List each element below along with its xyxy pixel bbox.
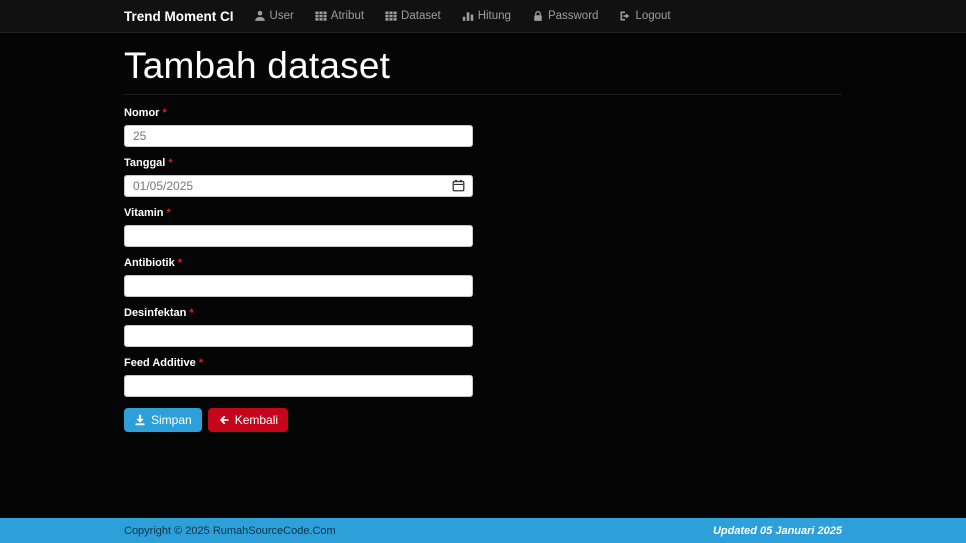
- form-group-antibiotik: Antibiotik *: [124, 257, 842, 297]
- vitamin-input[interactable]: [124, 225, 473, 247]
- nav-item-password[interactable]: Password: [532, 10, 599, 22]
- feed-additive-input[interactable]: [124, 375, 473, 397]
- page-header: Tambah dataset: [124, 46, 842, 95]
- tanggal-input[interactable]: [124, 175, 473, 197]
- back-button-label: Kembali: [234, 413, 279, 427]
- nav-item-user[interactable]: User: [254, 10, 294, 22]
- arrow-left-icon: [218, 414, 230, 426]
- required-marker: *: [198, 357, 203, 369]
- nav-item-label: Password: [547, 10, 599, 22]
- field-label-vitamin: Vitamin: [124, 207, 164, 219]
- required-marker: *: [189, 307, 194, 319]
- bar-chart-icon: [462, 10, 474, 22]
- page-title: Tambah dataset: [124, 45, 391, 86]
- top-navbar: Trend Moment CI User Atribut Dataset Hit…: [0, 0, 966, 33]
- footer-updated: Updated 05 Januari 2025: [712, 524, 842, 537]
- field-label-feed-additive: Feed Additive: [124, 357, 196, 369]
- required-marker: *: [168, 157, 173, 169]
- nav-item-dataset[interactable]: Dataset: [385, 10, 441, 22]
- field-label-tanggal: Tanggal: [124, 157, 166, 169]
- calendar-icon[interactable]: [452, 179, 465, 197]
- form-group-desinfektan: Desinfektan *: [124, 307, 842, 347]
- nav-item-label: Dataset: [401, 10, 441, 22]
- nav-item-hitung[interactable]: Hitung: [462, 10, 511, 22]
- form-group-nomor: Nomor *: [124, 107, 842, 147]
- desinfektan-input[interactable]: [124, 325, 473, 347]
- form-group-feed-additive: Feed Additive *: [124, 357, 842, 397]
- field-label-nomor: Nomor: [124, 107, 160, 119]
- brand-title[interactable]: Trend Moment CI: [124, 9, 234, 24]
- nomor-input[interactable]: [124, 125, 473, 147]
- download-icon: [134, 414, 146, 426]
- dataset-form: Nomor* Tanggal* Vitamin* Antibiotik* Des: [124, 107, 842, 432]
- form-actions: Simpan Kembali: [124, 408, 842, 432]
- form-group-vitamin: Vitamin *: [124, 207, 842, 247]
- nav-item-atribut[interactable]: Atribut: [315, 10, 364, 22]
- field-label-antibiotik: Antibiotik: [124, 257, 175, 269]
- grid-icon: [315, 10, 327, 22]
- save-button-label: Simpan: [151, 413, 192, 427]
- nav-item-label: Hitung: [477, 10, 511, 22]
- grid-icon: [385, 10, 397, 22]
- lock-icon: [532, 10, 544, 22]
- nav-item-logout[interactable]: Logout: [619, 10, 671, 22]
- required-marker: *: [177, 257, 182, 269]
- required-marker: *: [166, 207, 171, 219]
- antibiotik-input[interactable]: [124, 275, 473, 297]
- nav-item-label: User: [269, 10, 294, 22]
- nav-item-label: Logout: [635, 10, 671, 22]
- nav-item-label: Atribut: [330, 10, 365, 22]
- back-button[interactable]: Kembali: [207, 408, 289, 432]
- logout-icon: [619, 10, 631, 22]
- form-fields: Nomor* Tanggal* Vitamin* Antibiotik* Des: [124, 107, 842, 397]
- main-content: Tambah dataset Nomor* Tanggal* Vitamin* …: [124, 46, 842, 432]
- footer-copyright: Copyright © 2025 RumahSourceCode.Com: [124, 524, 336, 537]
- required-marker: *: [162, 107, 167, 119]
- form-group-tanggal: Tanggal *: [124, 157, 842, 197]
- page-footer: Copyright © 2025 RumahSourceCode.Com Upd…: [0, 518, 966, 543]
- user-icon: [254, 10, 266, 22]
- save-button[interactable]: Simpan: [124, 408, 202, 432]
- field-label-desinfektan: Desinfektan: [124, 307, 187, 319]
- nav-menu: User Atribut Dataset Hitung Password Log…: [254, 10, 692, 22]
